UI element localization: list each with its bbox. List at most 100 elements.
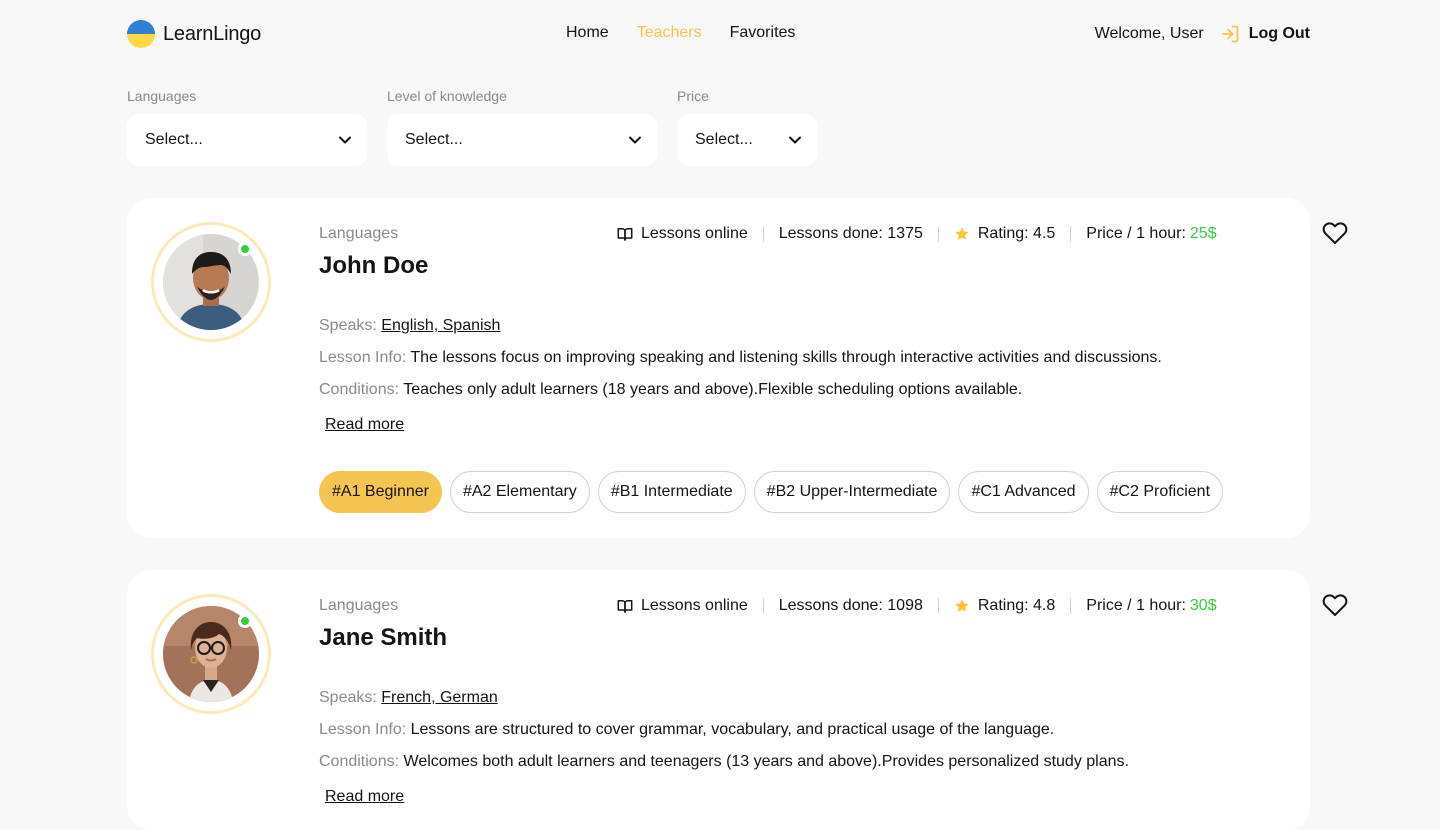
speaks-row: Speaks: French, German xyxy=(319,682,1279,714)
filter-price: Price Select... xyxy=(677,88,817,166)
level-tags: #A1 Beginner #A2 Elementary #B1 Intermed… xyxy=(319,471,1279,513)
level-tag[interactable]: #C1 Advanced xyxy=(958,471,1089,513)
rating-label: Rating: xyxy=(977,597,1029,614)
lessons-done-value: 1098 xyxy=(887,597,923,614)
rating-value: 4.8 xyxy=(1033,597,1056,614)
online-status-dot xyxy=(238,614,252,628)
select-value: Select... xyxy=(405,131,463,148)
conditions-text: Welcomes both adult learners and teenage… xyxy=(403,753,1129,770)
languages-select[interactable]: Select... xyxy=(127,114,367,166)
heart-icon[interactable] xyxy=(1322,220,1348,246)
select-value: Select... xyxy=(695,131,753,148)
divider xyxy=(1070,598,1072,614)
logout-button[interactable]: Log Out xyxy=(1220,24,1310,44)
level-tag[interactable]: #C2 Proficient xyxy=(1096,471,1224,513)
read-more-button[interactable]: Read more xyxy=(325,415,404,435)
teacher-details: Speaks: French, German Lesson Info: Less… xyxy=(319,682,1279,778)
rating-value: 4.5 xyxy=(1033,225,1056,242)
price-value: 25$ xyxy=(1189,225,1217,242)
logo-icon xyxy=(127,20,155,48)
lesson-info-row: Lesson Info: Lessons are structured to c… xyxy=(319,714,1279,746)
price-stat: Price / 1 hour: 30$ xyxy=(1086,596,1216,616)
main-nav: Home Teachers Favorites xyxy=(566,24,795,42)
star-icon xyxy=(955,227,969,240)
nav-home[interactable]: Home xyxy=(566,24,609,42)
speaks-row: Speaks: English, Spanish xyxy=(319,310,1279,342)
lessons-done-stat: Lessons done: 1098 xyxy=(779,596,923,616)
rating-stat: Rating: 4.8 xyxy=(954,596,1055,616)
brand-name: LearnLingo xyxy=(163,22,262,45)
nav-teachers[interactable]: Teachers xyxy=(637,24,702,42)
heart-icon[interactable] xyxy=(1322,592,1348,618)
filter-level: Level of knowledge Select... xyxy=(387,88,657,166)
nav-favorites[interactable]: Favorites xyxy=(730,24,796,42)
teacher-stats: Lessons online Lessons done: 1098 Rating… xyxy=(617,594,1347,616)
level-select[interactable]: Select... xyxy=(387,114,657,166)
speaks-label: Speaks: xyxy=(319,317,377,334)
teacher-name: Jane Smith xyxy=(319,624,448,651)
select-value: Select... xyxy=(145,131,203,148)
read-more-button[interactable]: Read more xyxy=(325,787,404,807)
conditions-row: Conditions: Welcomes both adult learners… xyxy=(319,746,1279,778)
online-status-dot xyxy=(238,242,252,256)
chevron-down-icon xyxy=(339,136,351,144)
level-tag[interactable]: #B2 Upper-Intermediate xyxy=(753,471,951,513)
price-select[interactable]: Select... xyxy=(677,114,817,166)
filter-label: Level of knowledge xyxy=(387,88,507,104)
level-tag[interactable]: #B1 Intermediate xyxy=(597,471,746,513)
chevron-down-icon xyxy=(789,136,801,144)
filter-label: Languages xyxy=(127,88,197,104)
lesson-info-row: Lesson Info: The lessons focus on improv… xyxy=(319,342,1279,374)
price-label: Price / 1 hour: xyxy=(1086,225,1186,242)
speaks-label: Speaks: xyxy=(319,689,377,706)
divider xyxy=(937,226,939,242)
user-area: Welcome, User Log Out xyxy=(1095,24,1310,44)
chevron-down-icon xyxy=(629,136,641,144)
level-tag[interactable]: #A2 Elementary xyxy=(449,471,590,513)
teacher-card: Languages Jane Smith Lessons online Less… xyxy=(127,570,1347,830)
conditions-row: Conditions: Teaches only adult learners … xyxy=(319,374,1279,406)
welcome-text: Welcome, User xyxy=(1094,25,1204,42)
price-label: Price / 1 hour: xyxy=(1086,597,1186,614)
filter-label: Price xyxy=(677,88,709,104)
divider xyxy=(937,598,939,614)
rating-label: Rating: xyxy=(977,225,1029,242)
avatar-ring xyxy=(151,222,271,342)
lessons-online-label: Lessons online xyxy=(641,225,748,242)
lesson-info-label: Lesson Info: xyxy=(319,349,407,366)
conditions-text: Teaches only adult learners (18 years an… xyxy=(403,381,1023,398)
header: LearnLingo Home Teachers Favorites Welco… xyxy=(0,0,1440,68)
conditions-label: Conditions: xyxy=(319,381,400,398)
level-tag[interactable]: #A1 Beginner xyxy=(319,471,442,513)
logout-label: Log Out xyxy=(1248,25,1310,42)
avatar-ring xyxy=(151,594,271,714)
teacher-card: Languages John Doe Lessons online Lesson… xyxy=(127,198,1347,538)
filter-languages: Languages Select... xyxy=(127,88,367,166)
logo[interactable]: LearnLingo xyxy=(127,20,261,48)
speaks-languages[interactable]: English, Spanish xyxy=(381,317,500,334)
book-open-icon xyxy=(617,599,633,613)
conditions-label: Conditions: xyxy=(319,753,400,770)
lesson-info-text: The lessons focus on improving speaking … xyxy=(410,349,1162,366)
book-open-icon xyxy=(617,227,633,241)
divider xyxy=(1070,226,1072,242)
lessons-online-stat: Lessons online xyxy=(617,224,748,244)
lessons-done-label: Lessons done: xyxy=(778,597,883,614)
lesson-info-label: Lesson Info: xyxy=(319,721,407,738)
lessons-done-value: 1375 xyxy=(887,225,923,242)
lessons-done-label: Lessons done: xyxy=(778,225,883,242)
lessons-online-stat: Lessons online xyxy=(617,596,748,616)
teacher-details: Speaks: English, Spanish Lesson Info: Th… xyxy=(319,310,1279,406)
rating-stat: Rating: 4.5 xyxy=(954,224,1055,244)
lessons-done-stat: Lessons done: 1375 xyxy=(779,224,923,244)
filters-bar: Languages Select... Level of knowledge S… xyxy=(127,88,817,166)
teacher-info: Languages Jane Smith Lessons online Less… xyxy=(319,594,1347,807)
divider xyxy=(762,226,764,242)
lesson-info-text: Lessons are structured to cover grammar,… xyxy=(410,721,1055,738)
teacher-stats: Lessons online Lessons done: 1375 Rating… xyxy=(617,222,1347,244)
teacher-name: John Doe xyxy=(319,252,429,279)
price-stat: Price / 1 hour: 25$ xyxy=(1086,224,1216,244)
lessons-online-label: Lessons online xyxy=(641,597,748,614)
speaks-languages[interactable]: French, German xyxy=(381,689,497,706)
price-value: 30$ xyxy=(1189,597,1217,614)
